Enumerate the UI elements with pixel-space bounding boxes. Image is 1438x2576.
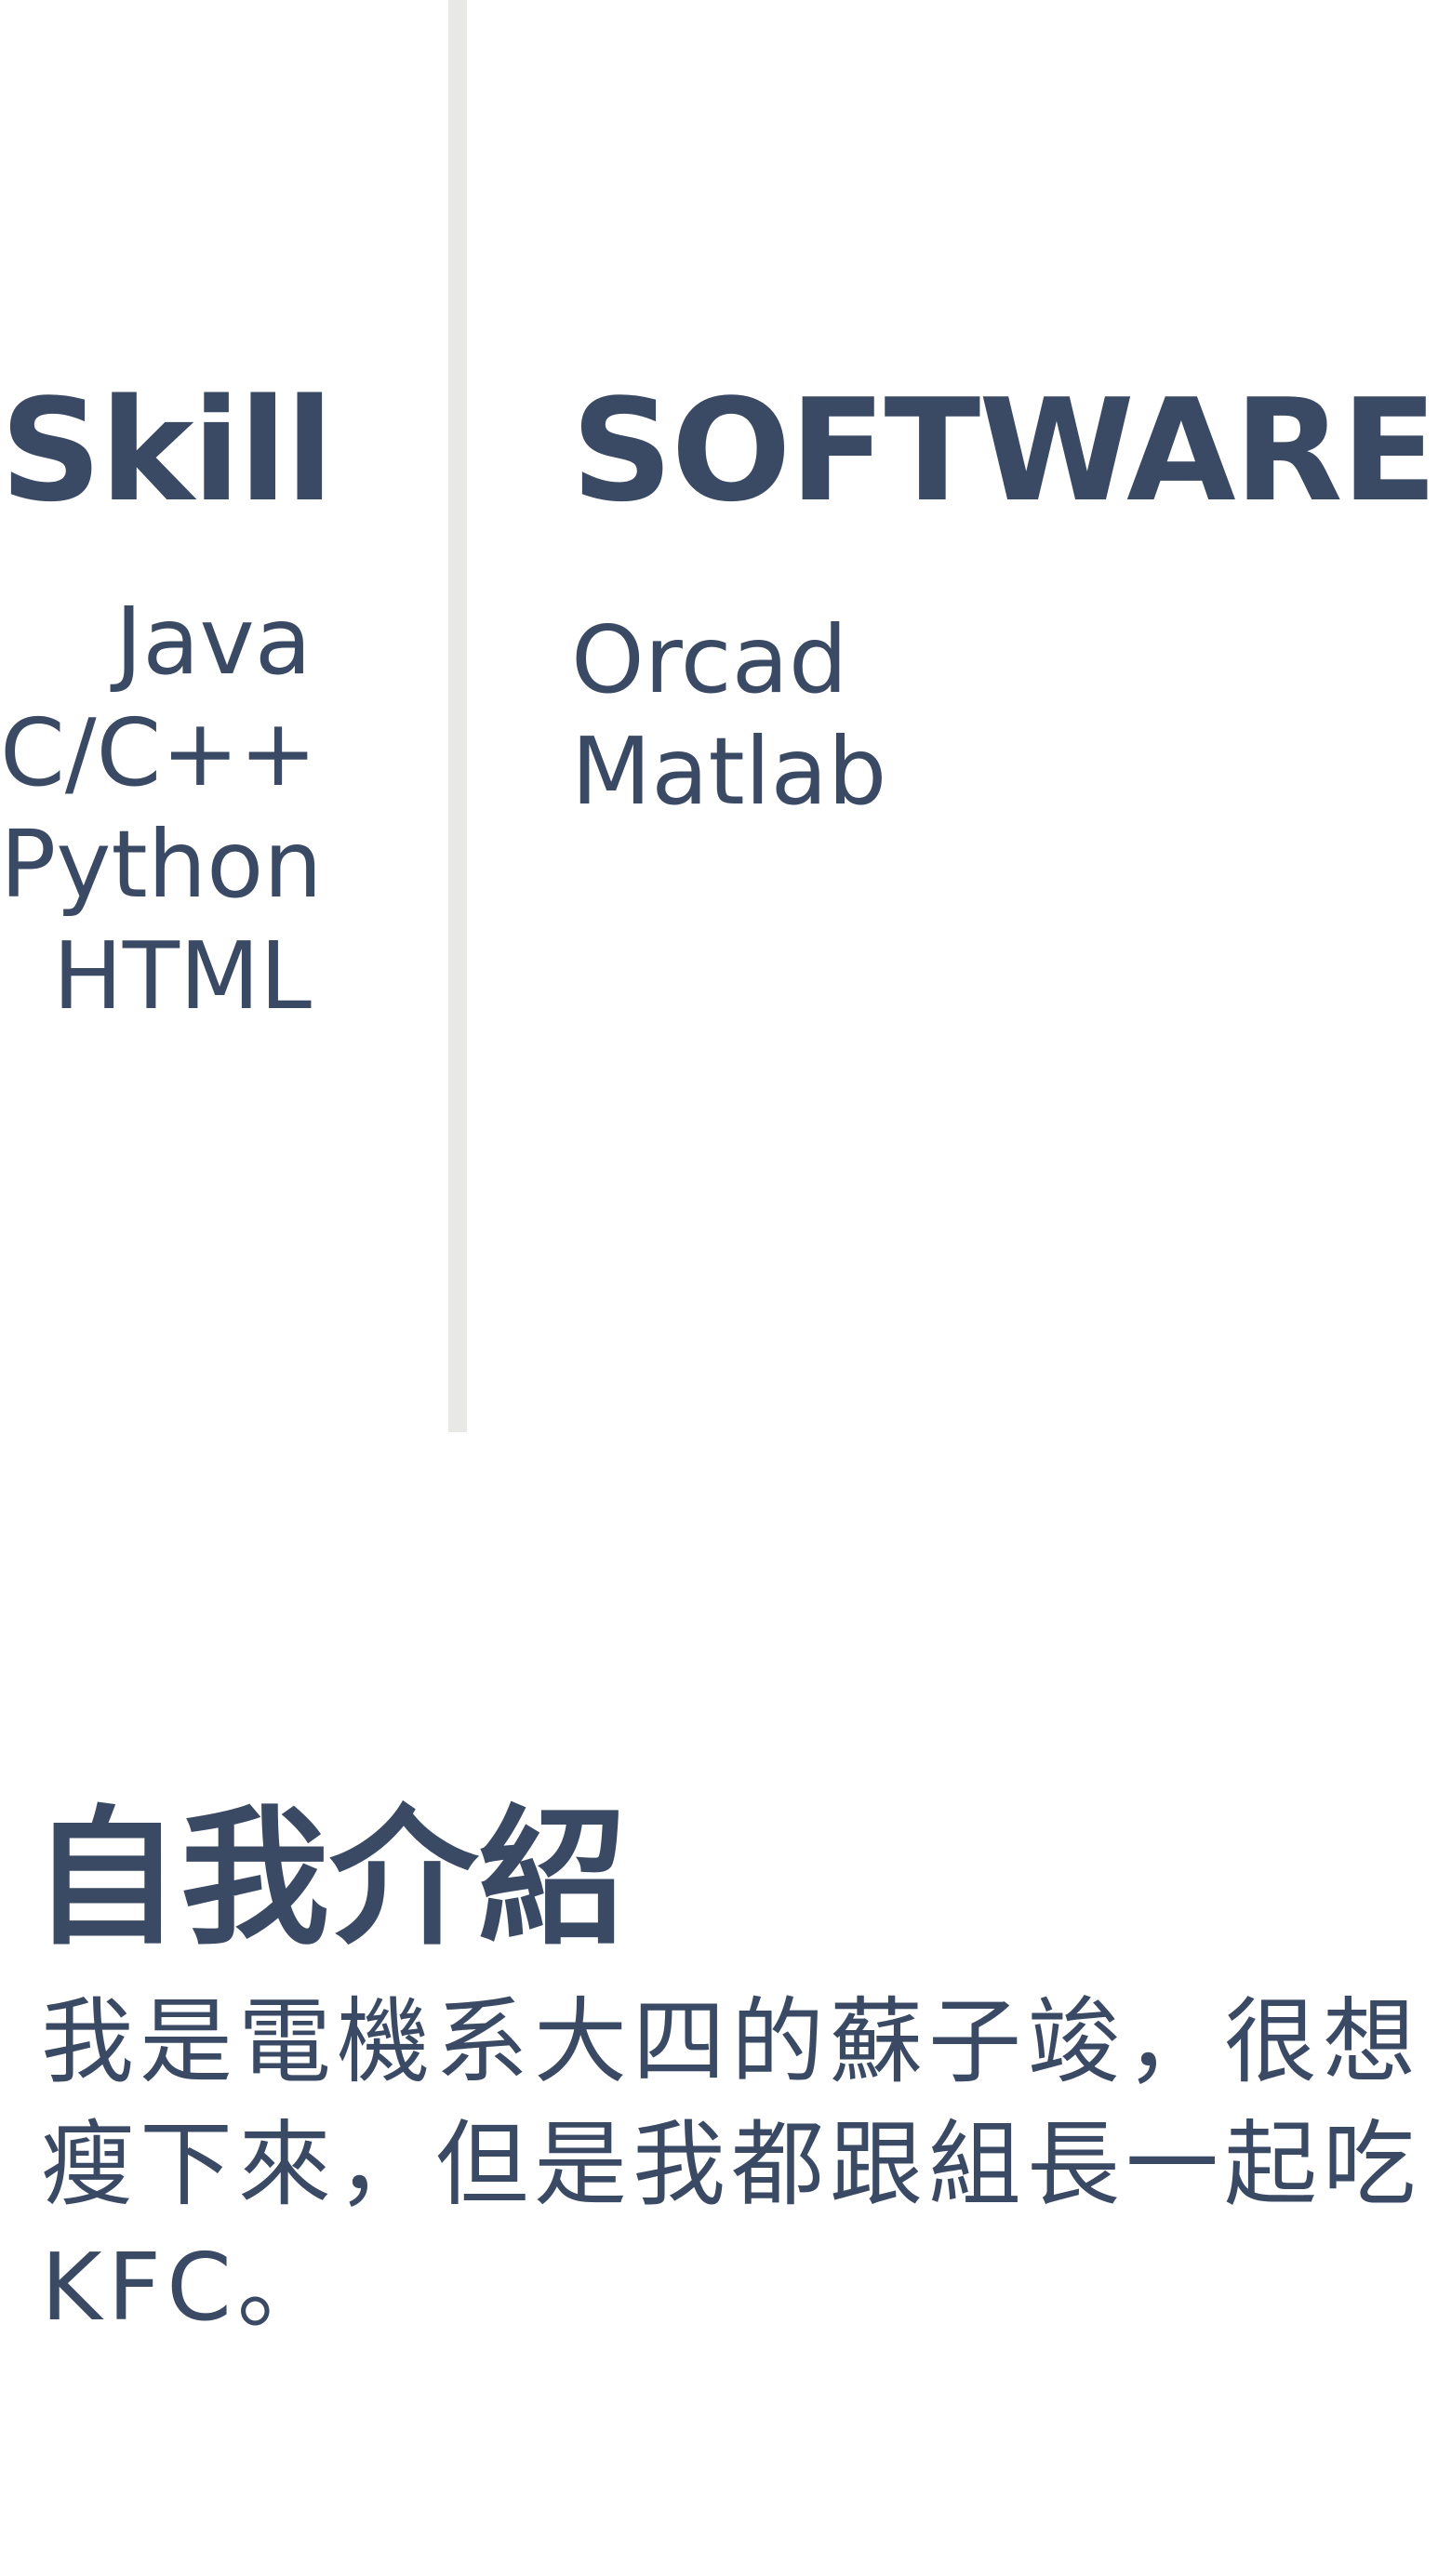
software-title: SOFTWARE (571, 368, 1438, 533)
intro-section: 自我介紹 我是電機系大四的蘇子竣，很想瘦下來，但是我都跟組長一起吃KFC。 (32, 1786, 1436, 2349)
intro-text: 我是電機系大四的蘇子竣，很想瘦下來，但是我都跟組長一起吃KFC。 (41, 1987, 1421, 2342)
skill-item-cpp: C/C++ (0, 698, 317, 807)
skill-item-html: HTML (52, 922, 312, 1030)
column-divider (448, 0, 467, 1432)
skill-list: Java C/C++ Python HTML (0, 586, 323, 1032)
skill-section: Skill Java C/C++ Python HTML (0, 368, 334, 1032)
software-section: SOFTWARE Orcad Matlab (571, 368, 1438, 828)
skill-title: Skill (0, 368, 334, 533)
intro-title: 自我介紹 (32, 1791, 628, 1965)
software-item-matlab: Matlab (571, 717, 887, 826)
skill-item-python: Python (0, 810, 323, 919)
skill-item-java: Java (114, 587, 312, 696)
software-list: Orcad Matlab (571, 604, 1436, 828)
software-item-orcad: Orcad (571, 605, 848, 714)
